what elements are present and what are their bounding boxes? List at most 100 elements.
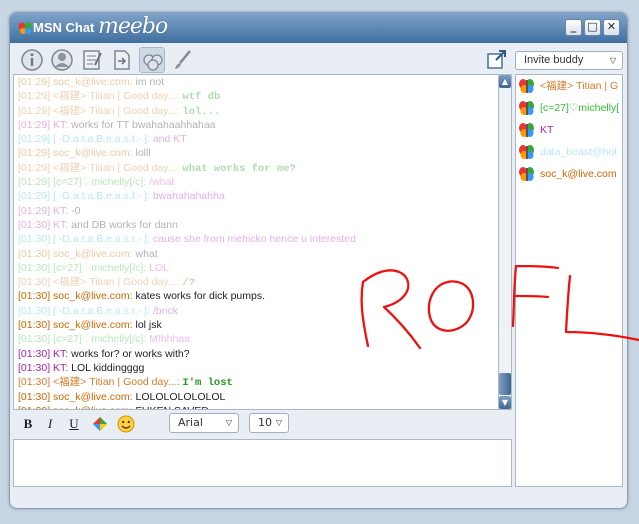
close-button[interactable]: ✕ xyxy=(603,19,620,36)
underline-button[interactable]: U xyxy=(65,415,83,433)
message-timestamp: [01:30] xyxy=(18,405,50,409)
message-timestamp: [01:29] xyxy=(18,204,51,217)
font-dropdown[interactable]: Arial ▽ xyxy=(169,413,239,433)
chat-message: [01:29] [ -D.a.t.a.B.e.a.s.t.- ]: bwahah… xyxy=(14,189,498,203)
message-input[interactable] xyxy=(13,439,512,487)
bold-button[interactable]: B xyxy=(19,415,37,433)
send-file-icon[interactable] xyxy=(109,47,135,73)
info-icon[interactable] xyxy=(19,47,45,73)
message-text: LOLOLOLOLOLOL xyxy=(135,390,226,403)
message-timestamp: [01:30] xyxy=(18,347,51,360)
chat-message: [01:30] soc_k@live.com: LOLOLOLOLOLOL xyxy=(14,390,498,404)
message-sender: [ -D.a.t.a.B.e.a.s.t.- ]: xyxy=(53,304,150,317)
message-timestamp: [01:29] xyxy=(18,104,51,117)
chat-message: [01:29] <福建> Titian | Good day...: wtf d… xyxy=(14,89,498,103)
scroll-thumb[interactable] xyxy=(499,373,511,395)
message-sender: KT: xyxy=(53,204,69,217)
message-timestamp: [01:30] xyxy=(18,218,51,231)
buddy-list-item[interactable]: data_beast@hot xyxy=(516,141,622,163)
buddy-list-item[interactable]: <福建> Titian | G xyxy=(516,75,622,97)
chat-message: [01:30] KT: and DB works for dann xyxy=(14,218,498,232)
group-chat-icon[interactable] xyxy=(139,47,165,73)
color-picker-icon[interactable] xyxy=(91,415,109,433)
italic-button[interactable]: I xyxy=(41,415,59,433)
message-text: LOL xyxy=(149,261,169,274)
chat-message: [01:29] soc_k@live.com: im not xyxy=(14,75,498,89)
scroll-up-arrow-icon[interactable]: ▲ xyxy=(499,75,511,88)
chat-message: [01:30] [c=27]♡michelly[/c]: M!hhhaa xyxy=(14,332,498,346)
smiley-icon[interactable] xyxy=(117,415,135,433)
message-timestamp: [01:30] xyxy=(18,319,51,332)
message-sender: soc_k@live.com: xyxy=(53,405,133,409)
scroll-down-arrow-icon[interactable]: ▼ xyxy=(499,396,511,409)
message-text: /what xyxy=(149,176,175,189)
message-timestamp: [01:30] xyxy=(18,233,51,246)
chat-message: [01:29] <福建> Titian | Good day...: what … xyxy=(14,161,498,175)
message-text: and DB works for dann xyxy=(71,218,178,231)
chat-message: [01:29] soc_k@live.com: lolll xyxy=(14,146,498,160)
message-sender: <福建> Titian | Good day...: xyxy=(53,104,180,117)
msn-buddy-icon xyxy=(519,167,534,181)
title-bar[interactable]: MSN Chat meebo _ □ ✕ xyxy=(10,13,627,43)
message-text: and KT xyxy=(152,133,187,146)
chevron-down-icon: ▽ xyxy=(225,418,232,427)
notes-icon[interactable] xyxy=(79,47,105,73)
message-sender: <福建> Titian | Good day...: xyxy=(53,376,180,389)
message-sender: soc_k@live.com: xyxy=(53,390,133,403)
message-timestamp: [01:30] xyxy=(18,333,51,346)
msn-buddy-icon xyxy=(519,123,534,137)
chevron-down-icon: ▽ xyxy=(609,56,616,65)
popout-icon[interactable] xyxy=(486,48,508,70)
message-timestamp: [01:30] xyxy=(18,361,51,374)
message-text: works for TT bwahahaahhahaa xyxy=(71,118,216,131)
message-sender: soc_k@live.com: xyxy=(53,247,133,260)
msn-buddy-icon xyxy=(519,145,534,159)
message-timestamp: [01:30] xyxy=(18,261,51,274)
chat-transcript[interactable]: [01:29] soc_k@live.com: im not [01:29] <福… xyxy=(13,74,499,410)
buddy-name: KT xyxy=(540,124,554,136)
window-title: MSN Chat xyxy=(33,20,95,35)
message-text: FUKEN SAVED xyxy=(135,405,208,409)
chat-message: [01:29] [ -D.a.t.a.B.e.a.s.t.- ]: and KT xyxy=(14,132,498,146)
chat-message: [01:29] KT: -0 xyxy=(14,204,498,218)
message-sender: [c=27]♡michelly[/c]: xyxy=(53,261,147,274)
message-sender: soc_k@live.com: xyxy=(53,147,133,160)
chat-message: [01:30] soc_k@live.com: kates works for … xyxy=(14,289,498,303)
message-sender: [ -D.a.t.a.B.e.a.s.t.- ]: xyxy=(53,233,150,246)
buddy-list-item[interactable]: KT xyxy=(516,119,622,141)
size-dropdown[interactable]: 10 ▽ xyxy=(249,413,289,433)
minimize-button[interactable]: _ xyxy=(565,19,582,36)
msn-butterfly-icon xyxy=(18,22,32,34)
message-sender: <福建> Titian | Good day...: xyxy=(53,276,180,289)
chat-message: [01:30] soc_k@live.com: FUKEN SAVED xyxy=(14,404,498,409)
message-text: wtf db xyxy=(182,91,221,104)
message-timestamp: [01:29] xyxy=(18,90,51,103)
chat-message: [01:29] KT: works for TT bwahahaahhahaa xyxy=(14,118,498,132)
message-text: kates works for dick pumps. xyxy=(135,290,266,303)
profile-icon[interactable] xyxy=(49,47,75,73)
invite-buddy-dropdown[interactable]: Invite buddy ▽ xyxy=(515,51,623,70)
maximize-button[interactable]: □ xyxy=(584,19,601,36)
message-timestamp: [01:29] xyxy=(18,133,51,146)
message-text: cause she from mehicko hence u intereste… xyxy=(152,233,356,246)
invite-buddy-label: Invite buddy xyxy=(524,54,584,66)
message-sender: soc_k@live.com: xyxy=(53,319,133,332)
brush-icon[interactable] xyxy=(170,47,196,73)
chat-message: [01:30] [ -D.a.t.a.B.e.a.s.t.- ]: /brick xyxy=(14,304,498,318)
chat-scrollbar[interactable]: ▲ ▼ xyxy=(498,74,512,410)
chat-message: [01:30] KT: LOL kiddingggg xyxy=(14,361,498,375)
chat-message: [01:30] <福建> Titian | Good day...: /? xyxy=(14,275,498,289)
message-text: I'm lost xyxy=(182,377,233,390)
message-timestamp: [01:29] xyxy=(18,190,51,203)
message-text: lol jsk xyxy=(135,319,162,332)
chat-toolbar xyxy=(13,44,505,74)
message-sender: KT: xyxy=(53,218,69,231)
message-timestamp: [01:29] xyxy=(18,76,51,88)
message-sender: <福建> Titian | Good day...: xyxy=(53,161,180,174)
chat-message: [01:30] [c=27]♡michelly[/c]: LOL xyxy=(14,261,498,275)
message-sender: KT: xyxy=(53,347,69,360)
buddy-list-item[interactable]: [c=27]♡michelly[ xyxy=(516,97,622,119)
buddy-name: [c=27]♡michelly[ xyxy=(540,102,620,114)
font-dropdown-value: Arial xyxy=(178,416,203,429)
buddy-list-item[interactable]: soc_k@live.com xyxy=(516,163,622,185)
